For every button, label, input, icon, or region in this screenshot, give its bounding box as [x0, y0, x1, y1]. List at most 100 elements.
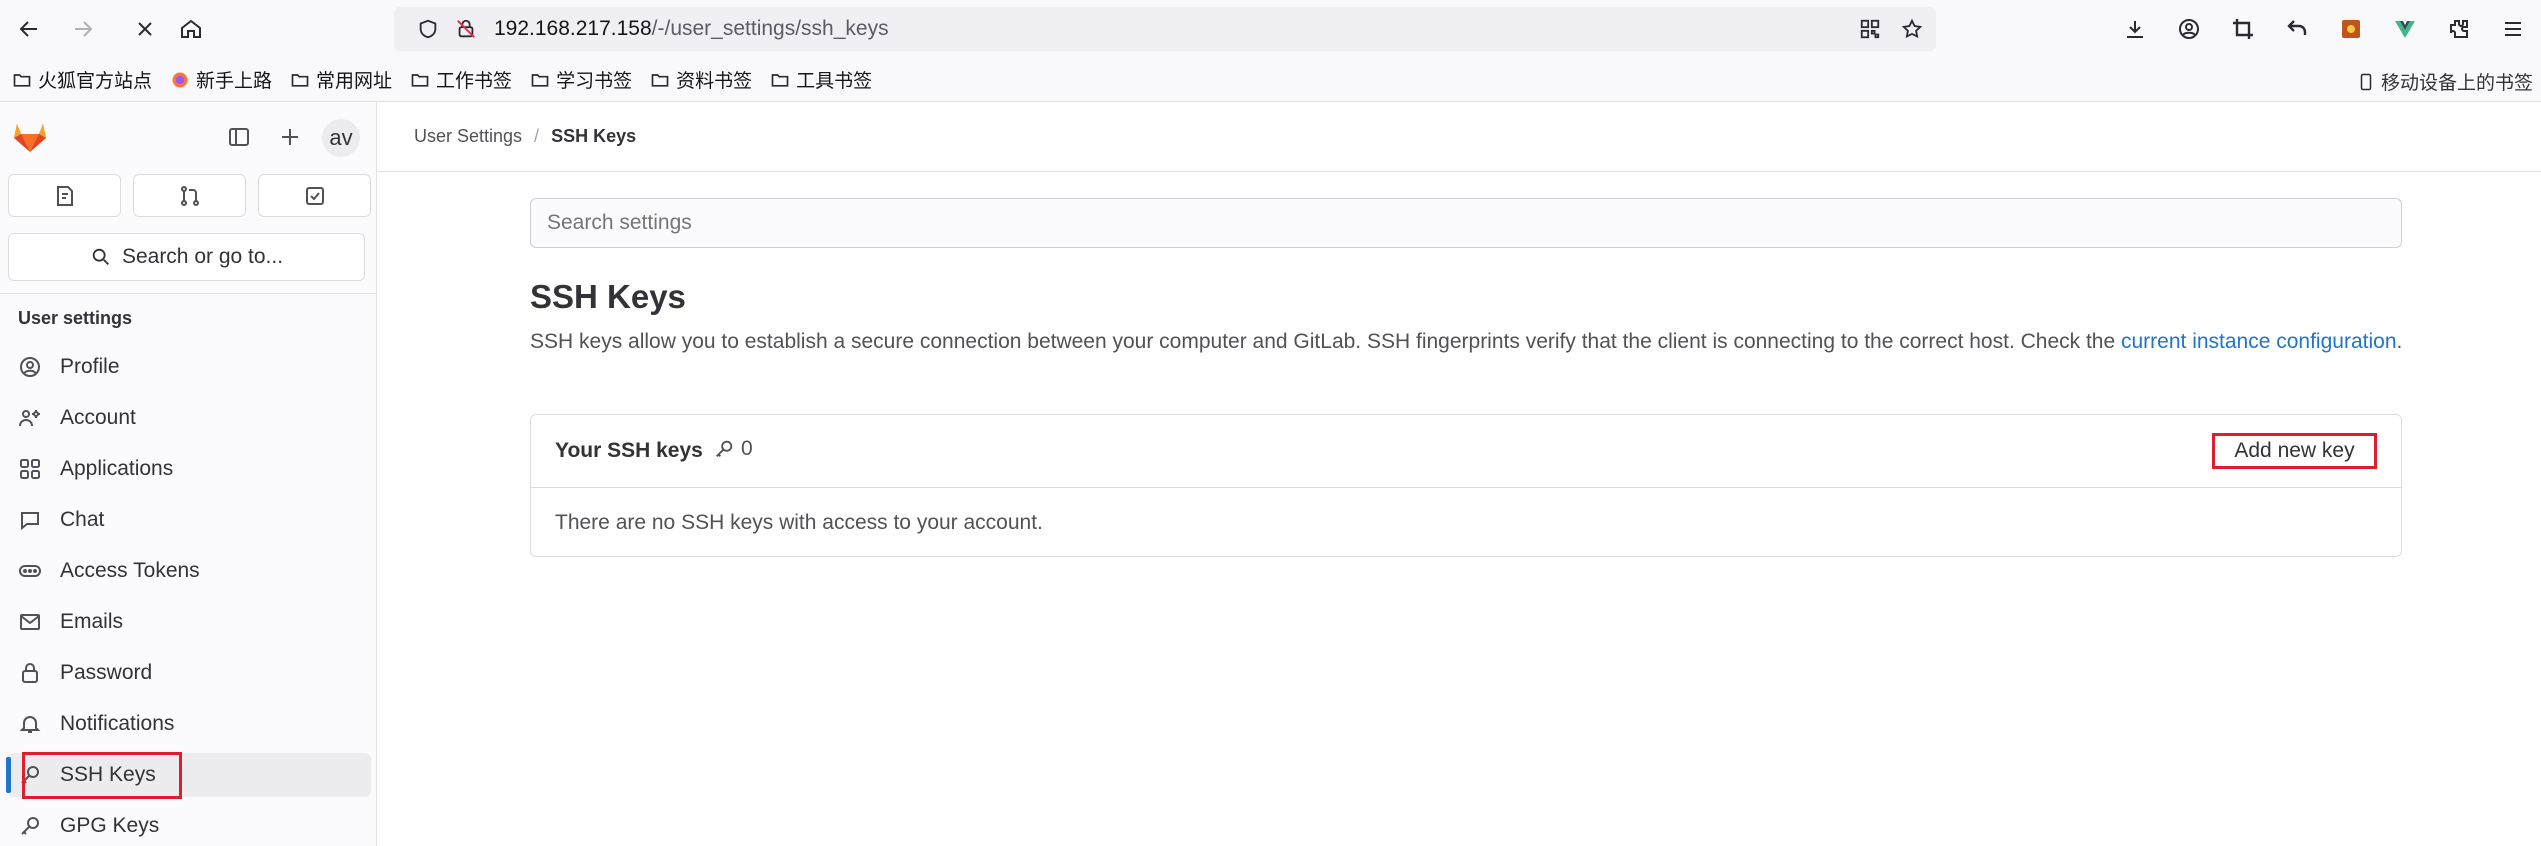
bookmark-item[interactable]: 资料书签 [650, 66, 752, 93]
url-text[interactable]: 192.168.217.158/-/user_settings/ssh_keys [494, 17, 889, 41]
bookmark-label: 新手上路 [196, 70, 273, 92]
extensions-icon[interactable] [2442, 12, 2476, 46]
mobile-device-icon [2360, 73, 2372, 90]
instance-configuration-link[interactable]: current instance configuration [2121, 330, 2397, 353]
mobile-bookmarks[interactable]: 移动设备上的书签 [2357, 68, 2533, 95]
issues-icon [56, 185, 73, 206]
sidebar-item-applications[interactable]: Applications [8, 447, 371, 491]
sidebar-header: av [0, 102, 377, 170]
breadcrumb-current[interactable]: SSH Keys [551, 126, 636, 147]
todos-button[interactable] [258, 174, 371, 217]
sidebar-item-label: Notifications [60, 712, 175, 735]
bookmark-label: 资料书签 [676, 70, 753, 92]
profile-icon [20, 357, 40, 377]
folder-icon [411, 73, 429, 87]
sidebar-item-password[interactable]: Password [8, 651, 371, 695]
crop-icon[interactable] [2226, 12, 2260, 46]
url-host: 192.168.217.158 [494, 17, 652, 40]
avatar[interactable]: av [322, 119, 360, 157]
add-new-key-button[interactable]: Add new key [2212, 433, 2377, 469]
empty-state-text: There are no SSH keys with access to you… [555, 511, 1043, 534]
toggle-sidebar-icon[interactable] [222, 120, 256, 154]
lock-icon [22, 663, 38, 683]
sidebar-item-gpg-keys[interactable]: GPG Keys [8, 804, 371, 846]
bookmark-label: 学习书签 [556, 70, 633, 92]
download-icon[interactable] [2118, 12, 2152, 46]
undo-icon[interactable] [2280, 12, 2314, 46]
bookmark-label: 工具书签 [796, 70, 873, 92]
bookmark-item[interactable]: 工具书签 [770, 66, 872, 93]
gitlab-logo-icon[interactable] [10, 116, 50, 156]
bookmark-item[interactable]: 常用网址 [290, 66, 392, 93]
bookmarks-bar: 火狐官方站点 新手上路 常用网址 工作书签 学习书签 资料书签 工具书签 移动设… [0, 58, 2541, 102]
search-settings-input[interactable] [530, 198, 2402, 248]
sidebar-item-profile[interactable]: Profile [8, 345, 371, 389]
shield-icon[interactable] [414, 15, 442, 43]
sidebar-item-notifications[interactable]: Notifications [8, 702, 371, 746]
url-bar[interactable]: 192.168.217.158/-/user_settings/ssh_keys [394, 7, 1936, 51]
folder-icon [291, 73, 309, 87]
sidebar-item-emails[interactable]: Emails [8, 600, 371, 644]
sidebar-item-access-tokens[interactable]: Access Tokens [8, 549, 371, 593]
bookmark-item[interactable]: 工作书签 [410, 66, 512, 93]
ssh-keys-card: Your SSH keys 0 Add new key There are no… [530, 414, 2402, 557]
account-circle-icon[interactable] [2172, 12, 2206, 46]
folder-icon [13, 73, 31, 87]
sidebar-item-label: Applications [60, 457, 174, 480]
sidebar-item-label: Access Tokens [60, 559, 200, 582]
sidebar-item-account[interactable]: Account [8, 396, 371, 440]
merge-requests-button[interactable] [133, 174, 246, 217]
header-divider [378, 171, 2541, 172]
breadcrumb-parent[interactable]: User Settings [414, 126, 522, 147]
bookmark-label: 常用网址 [316, 70, 393, 92]
search-or-go-button[interactable]: Search or go to... [8, 233, 365, 281]
mail-icon [20, 614, 40, 630]
card-title: Your SSH keys [555, 439, 703, 462]
sidebar-divider [0, 293, 377, 294]
back-icon[interactable] [12, 12, 46, 46]
sidebar-item-label: Password [60, 661, 153, 684]
home-icon[interactable] [174, 12, 208, 46]
account-icon [19, 410, 40, 427]
search-or-go-label: Search or go to... [121, 245, 284, 268]
browser-toolbar: 192.168.217.158/-/user_settings/ssh_keys [0, 0, 2541, 58]
sidebar-item-label: Account [60, 406, 136, 429]
issues-button[interactable] [8, 174, 121, 217]
qr-code-icon[interactable] [1856, 15, 1884, 43]
sidebar-section-title: User settings [18, 308, 133, 328]
bookmark-item[interactable]: 火狐官方站点 [12, 66, 152, 93]
chat-icon [21, 512, 39, 531]
sidebar-item-chat[interactable]: Chat [8, 498, 371, 542]
sidebar-item-label: Chat [60, 508, 105, 531]
toolbar-extensions [2118, 12, 2530, 46]
todo-check-icon [305, 186, 324, 205]
page-title: SSH Keys [530, 278, 686, 315]
description-end: . [2396, 330, 2403, 353]
bell-icon [19, 716, 41, 733]
plus-icon[interactable] [273, 120, 307, 154]
folder-icon [771, 73, 789, 87]
main-content: User Settings / SSH Keys SSH Keys SSH ke… [378, 102, 2541, 846]
forward-icon[interactable] [66, 12, 100, 46]
breadcrumb: User Settings / SSH Keys [414, 126, 636, 147]
token-icon [19, 565, 41, 577]
stop-icon[interactable] [128, 12, 162, 46]
key-icon [716, 440, 733, 457]
card-header: Your SSH keys 0 Add new key [531, 415, 2401, 488]
sidebar-item-label: Emails [60, 610, 124, 633]
breadcrumb-separator: / [534, 126, 540, 146]
menu-icon[interactable] [2496, 12, 2530, 46]
sidebar: av Search or go to... User settings Prof… [0, 102, 377, 846]
firefox-icon [172, 72, 188, 87]
extension-orange-icon[interactable] [2334, 12, 2368, 46]
vue-devtools-icon[interactable] [2388, 12, 2422, 46]
insecure-lock-icon[interactable] [452, 15, 480, 43]
bookmark-item[interactable]: 学习书签 [530, 66, 632, 93]
bookmark-item[interactable]: 新手上路 [170, 66, 272, 93]
bookmark-label: 工作书签 [436, 70, 513, 92]
quick-actions [8, 174, 371, 217]
key-count-badge: 0 [713, 437, 753, 461]
highlight-box [22, 752, 182, 799]
star-icon[interactable] [1898, 15, 1926, 43]
folder-icon [651, 73, 669, 87]
